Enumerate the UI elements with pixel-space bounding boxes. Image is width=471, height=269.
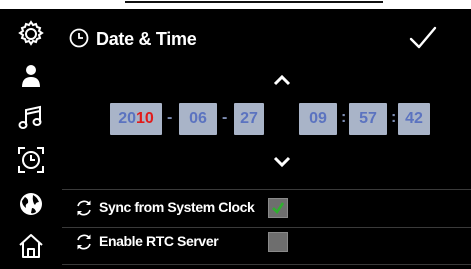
settings-panel: Date & Time 20 10 - 06 - 27 09 : 57 : 42 … [0, 9, 471, 269]
sidebar-item-user[interactable] [14, 59, 48, 93]
sidebar-item-music[interactable] [14, 101, 48, 135]
day-field[interactable]: 27 [234, 103, 264, 135]
sidebar-item-settings[interactable] [14, 17, 48, 51]
page-title: Date & Time [96, 29, 197, 49]
sidebar-item-clock[interactable] [14, 143, 48, 177]
sidebar [0, 9, 62, 269]
gear-icon [18, 20, 44, 46]
date-separator: - [222, 109, 228, 126]
row-divider [62, 227, 471, 228]
confirm-check-icon[interactable] [408, 25, 438, 51]
year-field[interactable]: 20 10 [110, 103, 162, 135]
sidebar-item-globe[interactable] [14, 187, 48, 221]
clock-icon [69, 28, 89, 48]
clock-icon [18, 147, 44, 173]
sidebar-item-home[interactable] [14, 229, 48, 263]
hour-field[interactable]: 09 [299, 103, 337, 135]
sync-icon [77, 234, 91, 250]
checkmark-icon [272, 202, 285, 215]
year-suffix: 10 [136, 110, 154, 127]
minute-field[interactable]: 57 [349, 103, 387, 135]
month-field[interactable]: 06 [179, 103, 217, 135]
time-separator: : [341, 109, 347, 126]
enable-rtc-server-label: Enable RTC Server [99, 233, 219, 249]
sync-system-clock-checkbox[interactable] [268, 198, 288, 218]
row-divider [62, 264, 471, 265]
increment-arrow-icon[interactable] [272, 73, 292, 87]
time-separator: : [391, 109, 397, 126]
row-divider [62, 189, 471, 190]
sync-system-clock-label: Sync from System Clock [99, 199, 255, 215]
user-icon [22, 65, 40, 87]
sync-icon [77, 200, 91, 216]
second-field[interactable]: 42 [398, 103, 430, 135]
music-note-icon [18, 105, 42, 129]
year-prefix: 20 [118, 110, 136, 127]
date-separator: - [167, 109, 173, 126]
decrement-arrow-icon[interactable] [272, 155, 292, 169]
home-icon [19, 234, 43, 258]
enable-rtc-server-checkbox[interactable] [268, 232, 288, 252]
globe-icon [20, 193, 42, 215]
top-divider [125, 1, 383, 3]
